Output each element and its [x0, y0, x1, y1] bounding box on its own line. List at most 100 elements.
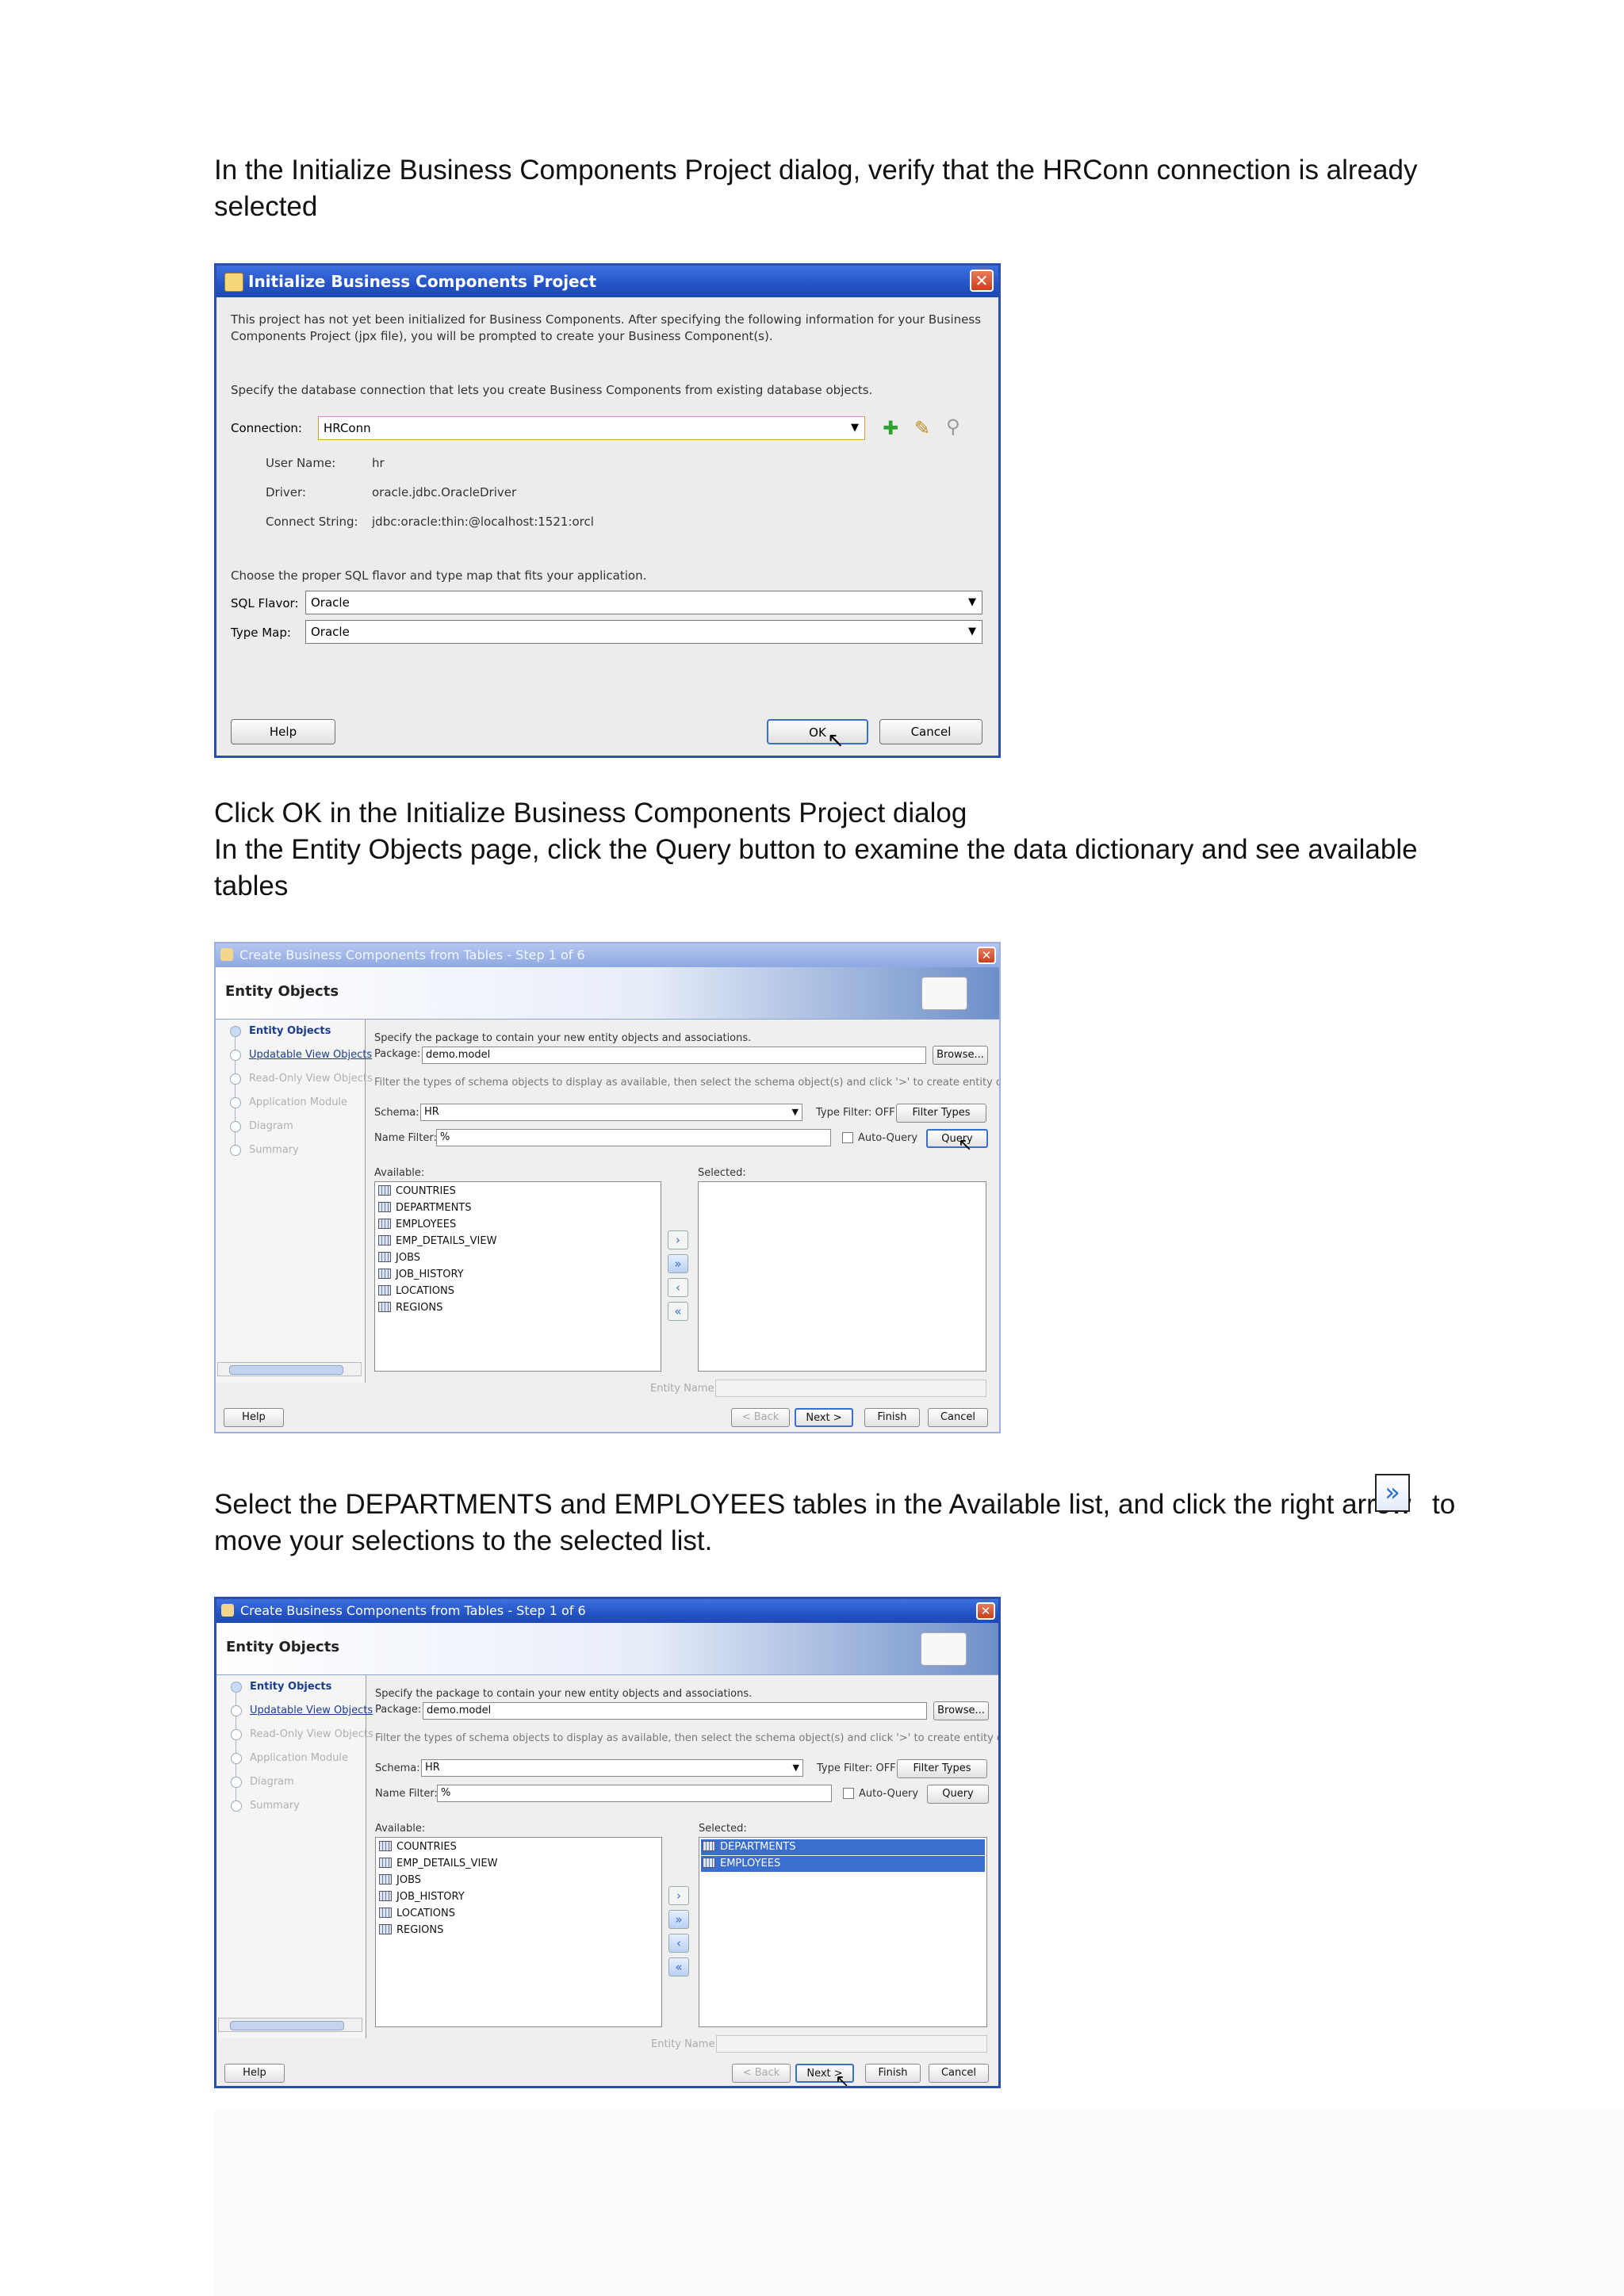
finish-button[interactable]: Finish: [865, 2064, 921, 2083]
browse-button[interactable]: Browse...: [933, 1046, 988, 1065]
chevron-down-icon[interactable]: ▼: [792, 1104, 799, 1120]
list-item[interactable]: EMP_DETAILS_VIEW: [378, 1234, 496, 1249]
list-item[interactable]: REGIONS: [378, 1300, 442, 1316]
list-item[interactable]: LOCATIONS: [378, 1284, 454, 1299]
name-filter-input[interactable]: %: [436, 1129, 831, 1146]
list-item[interactable]: LOCATIONS: [379, 1906, 455, 1922]
ok-button[interactable]: OK: [767, 719, 868, 744]
chevron-down-icon[interactable]: ▼: [793, 1760, 799, 1776]
type-map-combo[interactable]: Oracle ▼: [305, 620, 982, 644]
nav-summary[interactable]: Summary: [250, 1800, 300, 1812]
help-button[interactable]: Help: [224, 1408, 284, 1427]
nav-diagram[interactable]: Diagram: [250, 1776, 294, 1788]
magnifier-icon[interactable]: ⚲: [946, 415, 960, 438]
wizard-title: Create Business Components from Tables -…: [239, 947, 585, 962]
nav-summary[interactable]: Summary: [249, 1144, 299, 1156]
auto-query-checkbox[interactable]: [842, 1132, 853, 1143]
close-icon[interactable]: ✕: [970, 270, 994, 292]
list-item[interactable]: JOBS: [379, 1873, 421, 1888]
schema-combo[interactable]: HR ▼: [421, 1759, 803, 1777]
list-item-label: COUNTRIES: [396, 1185, 456, 1197]
nav-updatable-view-objects[interactable]: Updatable View Objects: [250, 1705, 373, 1716]
available-list[interactable]: COUNTRIES EMP_DETAILS_VIEW JOBS JOB_HIST…: [375, 1837, 662, 2027]
chevron-down-icon[interactable]: ▼: [963, 591, 982, 614]
query-button[interactable]: Query: [927, 1785, 989, 1804]
chevron-down-icon[interactable]: ▼: [845, 417, 864, 439]
finish-button[interactable]: Finish: [864, 1408, 920, 1427]
screenshot-entity-objects-query: Create Business Components from Tables -…: [214, 942, 1001, 1433]
cancel-button[interactable]: Cancel: [879, 719, 982, 744]
close-icon[interactable]: ✕: [976, 1602, 995, 1620]
double-left-arrow-icon[interactable]: «: [668, 1302, 688, 1321]
cancel-button[interactable]: Cancel: [929, 2064, 989, 2083]
double-right-arrow-icon[interactable]: »: [668, 1910, 689, 1929]
scroll-thumb[interactable]: [229, 1365, 343, 1375]
list-item[interactable]: REGIONS: [379, 1923, 443, 1938]
right-arrow-icon[interactable]: ›: [668, 1230, 688, 1249]
entity-name-input[interactable]: [715, 1380, 986, 1397]
browse-button[interactable]: Browse...: [933, 1701, 989, 1720]
page-bottom-area: [214, 2109, 1624, 2296]
list-item-label: LOCATIONS: [396, 1908, 455, 1919]
cancel-button[interactable]: Cancel: [928, 1408, 988, 1427]
filter-types-button[interactable]: Filter Types: [896, 1104, 986, 1123]
instruction-verify-connection: In the Initialize Business Components Pr…: [214, 155, 1418, 222]
auto-query-checkbox[interactable]: [843, 1788, 854, 1799]
list-item[interactable]: COUNTRIES: [378, 1184, 456, 1200]
list-item[interactable]: JOB_HISTORY: [379, 1889, 465, 1905]
nav-entity-objects[interactable]: Entity Objects: [250, 1681, 331, 1693]
available-list[interactable]: COUNTRIES DEPARTMENTS EMPLOYEES EMP_DETA…: [374, 1181, 661, 1372]
step-dot-icon: [230, 1026, 241, 1037]
wizard-title-bar: Create Business Components from Tables -…: [216, 1599, 998, 1623]
selected-list[interactable]: [698, 1181, 986, 1372]
nav-read-only-view-objects[interactable]: Read-Only View Objects: [250, 1728, 373, 1740]
next-button[interactable]: Next >: [795, 1408, 853, 1427]
pencil-icon[interactable]: ✎: [914, 417, 930, 439]
sql-flavor-combo[interactable]: Oracle ▼: [305, 591, 982, 614]
selected-list[interactable]: DEPARTMENTS EMPLOYEES: [699, 1837, 987, 2027]
right-arrow-icon[interactable]: ›: [668, 1886, 689, 1905]
nav-scrollbar[interactable]: [217, 1362, 362, 1376]
double-left-arrow-icon[interactable]: «: [668, 1957, 689, 1976]
auto-query-label: Auto-Query: [859, 1788, 919, 1800]
list-item[interactable]: DEPARTMENTS: [378, 1200, 472, 1216]
entity-name-input[interactable]: [716, 2035, 987, 2053]
nav-application-module[interactable]: Application Module: [249, 1096, 347, 1108]
name-filter-input[interactable]: %: [437, 1785, 832, 1802]
list-item[interactable]: EMPLOYEES: [378, 1217, 456, 1233]
filter-types-button[interactable]: Filter Types: [897, 1759, 987, 1778]
close-icon[interactable]: ✕: [977, 947, 996, 964]
plus-icon[interactable]: ✚: [883, 417, 898, 439]
left-arrow-icon[interactable]: ‹: [668, 1934, 689, 1953]
list-item[interactable]: JOBS: [378, 1250, 420, 1266]
mouse-cursor-icon: ↖: [827, 729, 845, 752]
nav-application-module[interactable]: Application Module: [250, 1752, 348, 1764]
list-item[interactable]: JOB_HISTORY: [378, 1267, 464, 1283]
list-item[interactable]: EMPLOYEES: [701, 1856, 985, 1872]
schema-combo[interactable]: HR ▼: [420, 1104, 802, 1121]
nav-updatable-view-objects[interactable]: Updatable View Objects: [249, 1049, 372, 1061]
nav-diagram[interactable]: Diagram: [249, 1120, 293, 1132]
query-button[interactable]: Query: [926, 1129, 988, 1148]
list-item[interactable]: COUNTRIES: [379, 1839, 457, 1855]
connection-combo[interactable]: HRConn ▼: [318, 416, 865, 440]
help-button[interactable]: Help: [231, 719, 335, 744]
back-button[interactable]: < Back: [731, 1408, 790, 1427]
chevron-down-icon[interactable]: ▼: [963, 621, 982, 643]
help-button[interactable]: Help: [224, 2064, 285, 2083]
list-item-label: EMPLOYEES: [396, 1219, 457, 1230]
nav-entity-objects[interactable]: Entity Objects: [249, 1025, 331, 1037]
package-input[interactable]: demo.model: [423, 1702, 927, 1720]
list-item-label: EMPLOYEES: [720, 1858, 781, 1869]
left-arrow-icon[interactable]: ‹: [668, 1278, 688, 1297]
scroll-thumb[interactable]: [230, 2021, 344, 2030]
list-item[interactable]: DEPARTMENTS: [701, 1839, 985, 1855]
nav-scrollbar[interactable]: [218, 2018, 362, 2032]
list-item[interactable]: EMP_DETAILS_VIEW: [379, 1856, 497, 1872]
package-input[interactable]: demo.model: [422, 1047, 926, 1064]
double-right-arrow-icon[interactable]: »: [668, 1254, 688, 1273]
back-button[interactable]: < Back: [732, 2064, 791, 2083]
nav-read-only-view-objects[interactable]: Read-Only View Objects: [249, 1073, 373, 1085]
step-dot-icon: [231, 1705, 242, 1716]
mouse-cursor-icon: ↖: [958, 1135, 973, 1155]
